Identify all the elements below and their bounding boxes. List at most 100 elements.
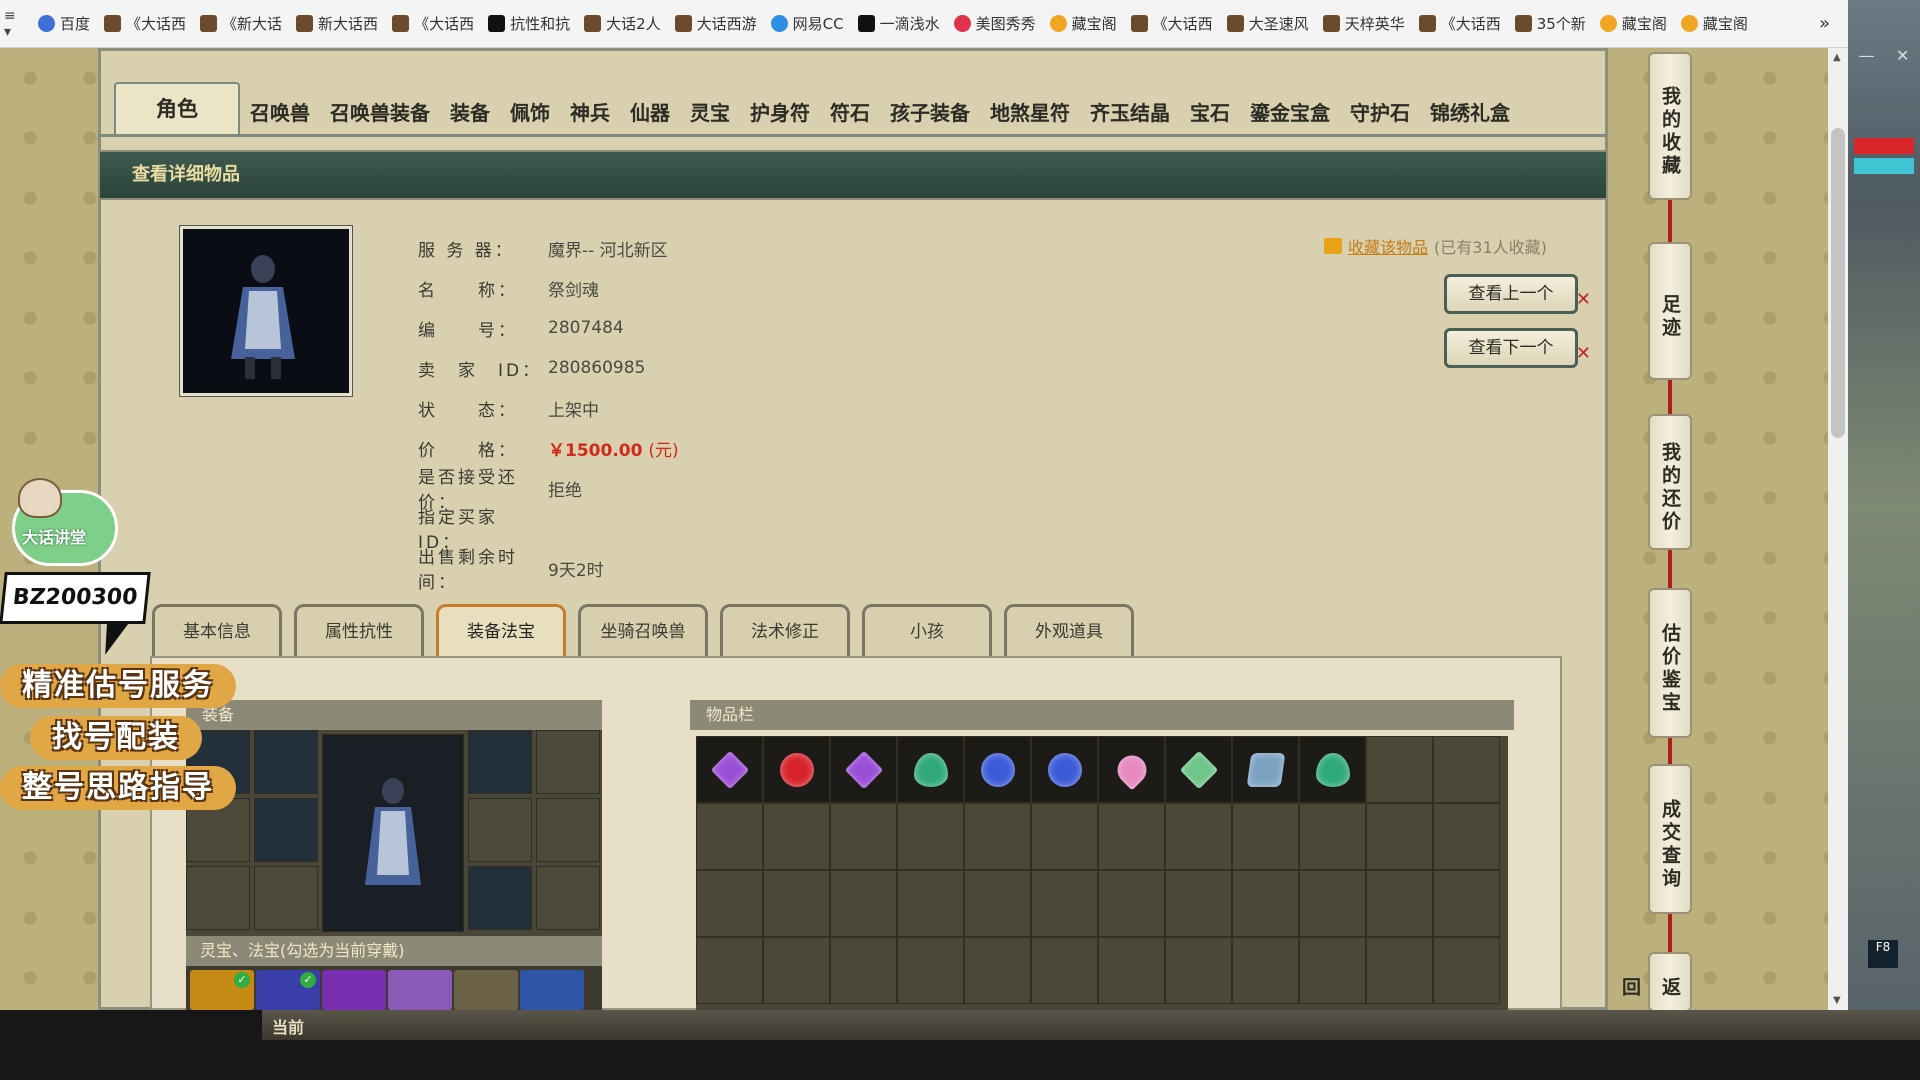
scroll-thumb[interactable] [1831,128,1845,438]
lingbao-slot[interactable]: ✓ [256,970,320,1010]
inventory-slot-empty[interactable] [1433,803,1500,870]
bookmark-item[interactable]: 《大话西 [104,13,186,34]
bookmark-item[interactable]: 《大话西 [1130,13,1213,34]
next-close-icon[interactable]: ✕ [1576,337,1591,371]
inventory-slot-empty[interactable] [964,870,1031,937]
side-menu-item[interactable]: 我的收藏 [1648,52,1692,200]
bookmark-item[interactable]: 大话西游 [674,13,757,34]
bookmark-item[interactable]: 天梓英华 [1322,13,1405,34]
scroll-up-icon[interactable]: ▲ [1833,52,1841,63]
bookmark-item[interactable]: 藏宝阁 [1599,13,1667,34]
bookmark-item[interactable]: 一滴浅水 [857,13,940,34]
fabao-slot[interactable] [388,970,452,1010]
bookmark-item[interactable]: 新大话西 [296,13,378,34]
equip-slot-mask[interactable] [468,730,532,794]
inventory-slot-empty[interactable] [1433,870,1500,937]
category-tab[interactable]: 符石 [820,92,880,134]
category-tab[interactable]: 地煞星符 [980,92,1080,134]
inventory-slot-empty[interactable] [1098,803,1165,870]
bookmark-more-icon[interactable]: » [1819,13,1830,34]
bookmark-item[interactable]: 藏宝阁 [1680,13,1748,34]
detail-tab[interactable]: 属性抗性 [294,604,424,656]
category-tab[interactable]: 召唤兽装备 [320,92,440,134]
inventory-item[interactable] [964,736,1031,803]
inventory-slot-empty[interactable] [763,870,830,937]
category-tab[interactable]: 仙器 [620,92,680,134]
category-tab[interactable]: 召唤兽 [240,92,320,134]
inventory-slot-empty[interactable] [830,803,897,870]
lingbao-slot[interactable]: ✓ [190,970,254,1010]
category-tab[interactable]: 齐玉结晶 [1080,92,1180,134]
bookmark-item[interactable]: 大话2人 [584,13,661,34]
equip-slot-empty[interactable] [536,730,600,794]
category-tab[interactable]: 灵宝 [680,92,740,134]
bookmark-item[interactable]: 《大话西 [392,13,474,34]
inventory-item[interactable] [897,736,964,803]
inventory-slot-empty[interactable] [1098,937,1165,1004]
inventory-slot-empty[interactable] [1433,736,1500,803]
category-tab[interactable]: 角色 [114,82,240,134]
equip-slot-armor[interactable] [254,798,318,862]
detail-tab[interactable]: 小孩 [862,604,992,656]
category-tab[interactable]: 锦绣礼盒 [1420,92,1520,134]
prev-item-button[interactable]: 查看上一个 ✕ [1444,274,1591,314]
bookmark-item[interactable]: 网易CC [770,13,844,34]
inventory-slot-empty[interactable] [763,937,830,1004]
inventory-slot-empty[interactable] [1366,937,1433,1004]
bookmark-item[interactable]: 35个新 [1514,13,1586,34]
inventory-slot-empty[interactable] [763,803,830,870]
close-icon[interactable]: ✕ [1896,46,1909,65]
equip-slot-head[interactable] [254,730,318,794]
equip-slot-empty[interactable] [468,798,532,862]
bookmark-item[interactable]: 百度 [38,13,90,34]
detail-tab[interactable]: 基本信息 [152,604,282,656]
inventory-slot-empty[interactable] [1232,937,1299,1004]
inventory-slot-empty[interactable] [1165,937,1232,1004]
bookmark-item[interactable]: 抗性和抗 [488,13,570,34]
inventory-item[interactable] [830,736,897,803]
category-tab[interactable]: 宝石 [1180,92,1240,134]
inventory-slot-empty[interactable] [1165,870,1232,937]
fabao-slot[interactable] [322,970,386,1010]
inventory-slot-empty[interactable] [1031,937,1098,1004]
inventory-item[interactable] [1031,736,1098,803]
favorite-link[interactable]: 收藏该物品 [1348,234,1428,258]
inventory-slot-empty[interactable] [1031,803,1098,870]
equip-slot-empty[interactable] [536,866,600,930]
category-tab[interactable]: 鎏金宝盒 [1240,92,1340,134]
equip-slot-empty[interactable] [254,866,318,930]
equip-slot-ring[interactable] [468,866,532,930]
bookmark-item[interactable]: 大圣速风 [1226,13,1309,34]
inventory-slot-empty[interactable] [696,803,763,870]
side-menu-item[interactable]: 估价鉴宝 [1648,588,1692,738]
equip-slot-empty[interactable] [186,866,250,930]
inventory-slot-empty[interactable] [1433,937,1500,1004]
category-tab[interactable]: 守护石 [1340,92,1420,134]
detail-tab[interactable]: 装备法宝 [436,604,566,656]
inventory-slot-empty[interactable] [897,803,964,870]
side-menu-item[interactable]: 返回 [1619,952,1692,1012]
inventory-slot-empty[interactable] [1098,870,1165,937]
side-menu-item[interactable]: 足迹 [1648,242,1692,380]
inventory-slot-empty[interactable] [830,870,897,937]
side-menu-item[interactable]: 成交查询 [1648,764,1692,914]
bookmark-item[interactable]: 藏宝阁 [1049,13,1117,34]
inventory-item[interactable] [1165,736,1232,803]
inventory-slot-empty[interactable] [1232,870,1299,937]
inventory-item[interactable] [1098,736,1165,803]
fabao-slot[interactable] [520,970,584,1010]
inventory-slot-empty[interactable] [696,870,763,937]
inventory-slot-empty[interactable] [1366,870,1433,937]
category-tab[interactable]: 神兵 [560,92,620,134]
inventory-slot-empty[interactable] [897,870,964,937]
inventory-slot-empty[interactable] [1366,736,1433,803]
inventory-slot-empty[interactable] [830,937,897,1004]
inventory-slot-empty[interactable] [696,937,763,1004]
category-tab[interactable]: 装备 [440,92,500,134]
category-tab[interactable]: 佩饰 [500,92,560,134]
inventory-slot-empty[interactable] [897,937,964,1004]
bookmark-item[interactable]: 美图秀秀 [953,13,1036,34]
f8-key[interactable]: F8 [1868,940,1898,968]
equip-slot-empty[interactable] [536,798,600,862]
scroll-down-icon[interactable]: ▼ [1833,995,1841,1006]
